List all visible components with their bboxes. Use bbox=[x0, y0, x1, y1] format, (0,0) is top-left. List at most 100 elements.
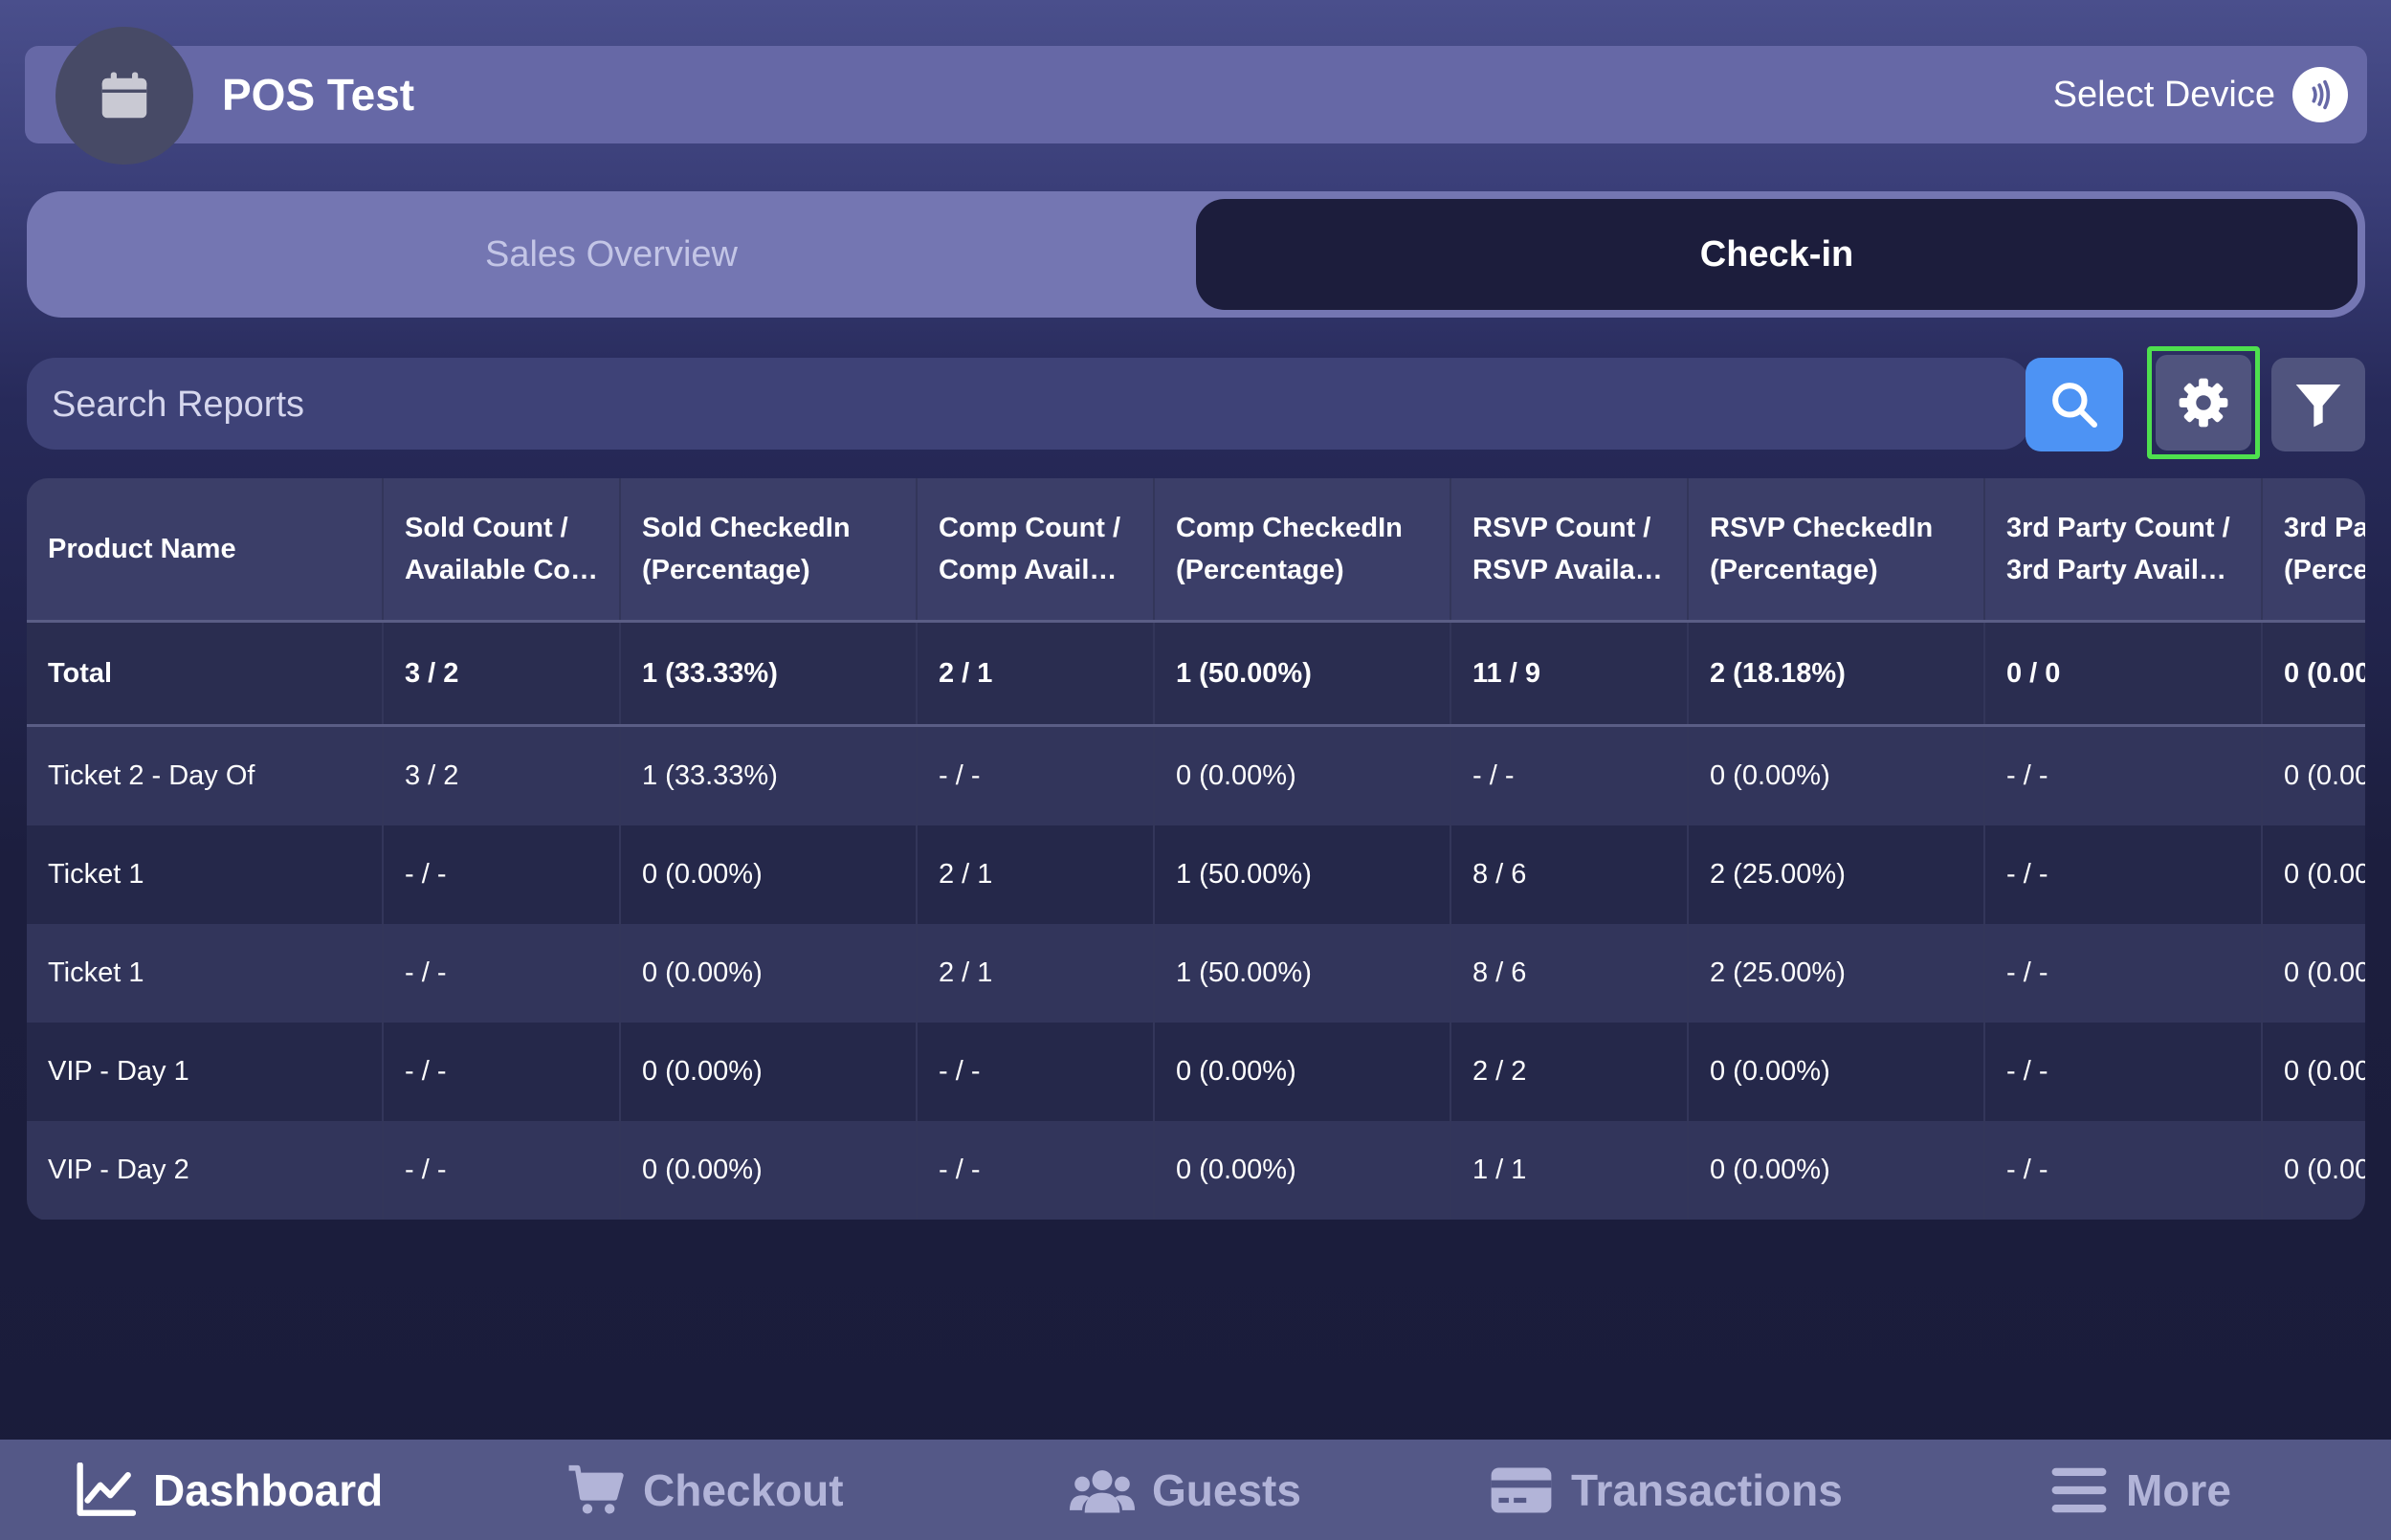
table-total-row: Total 3 / 2 1 (33.33%) 2 / 1 1 (50.00%) … bbox=[27, 621, 2365, 727]
event-avatar[interactable] bbox=[55, 27, 193, 165]
settings-button-face bbox=[2156, 355, 2251, 451]
nav-checkout-label: Checkout bbox=[643, 1464, 844, 1515]
col-3rd-party-checkedin[interactable]: 3rd Pa (Perce bbox=[2262, 478, 2365, 623]
table-cell: 0 (0.00%) bbox=[1688, 725, 1985, 825]
tab-sales-overview[interactable]: Sales Overview bbox=[27, 199, 1196, 310]
table-cell: 3 / 2 bbox=[383, 621, 621, 727]
table-cell: VIP - Day 2 bbox=[27, 1121, 384, 1220]
table-cell: Total bbox=[27, 621, 384, 727]
col-comp-checkedin[interactable]: Comp CheckedIn (Percentage) bbox=[1154, 478, 1451, 623]
table-cell: - / - bbox=[1984, 1023, 2263, 1121]
table-cell: 2 (25.00%) bbox=[1688, 825, 1985, 924]
table-cell: - / - bbox=[383, 924, 621, 1023]
search-bar bbox=[27, 358, 2030, 451]
col-rsvp-count[interactable]: RSVP Count / RSVP Available bbox=[1450, 478, 1689, 623]
table-cell: 1 / 1 bbox=[1450, 1121, 1689, 1220]
table-cell: - / - bbox=[1984, 725, 2263, 825]
table-row[interactable]: Ticket 1 - / - 0 (0.00%) 2 / 1 1 (50.00%… bbox=[27, 825, 2365, 924]
users-icon bbox=[1070, 1469, 1135, 1513]
table-cell: 0 / 0 bbox=[1984, 621, 2263, 727]
table-cell: 0 (0.00%) bbox=[1154, 1121, 1451, 1220]
table-cell: 1 (50.00%) bbox=[1154, 825, 1451, 924]
table-cell: 1 (50.00%) bbox=[1154, 924, 1451, 1023]
table-row[interactable]: Ticket 2 - Day Of 3 / 2 1 (33.33%) - / -… bbox=[27, 725, 2365, 825]
table-cell: 0 (0.00 bbox=[2262, 825, 2365, 924]
bottom-nav: Dashboard Checkout Guests Transactions M… bbox=[0, 1440, 2391, 1540]
table-cell: 0 (0.00%) bbox=[1154, 725, 1451, 825]
nav-checkout[interactable]: Checkout bbox=[566, 1440, 844, 1540]
col-3rd-party-count[interactable]: 3rd Party Count /3rd Party Availab... bbox=[1984, 478, 2263, 623]
nav-more[interactable]: More bbox=[2049, 1440, 2231, 1540]
col-rsvp-checkedin[interactable]: RSVP CheckedIn (Percentage) bbox=[1688, 478, 1985, 623]
table-cell: Ticket 2 - Day Of bbox=[27, 725, 384, 825]
col-sold-checkedin[interactable]: Sold CheckedIn (Percentage) bbox=[620, 478, 918, 623]
table-cell: 0 (0.00%) bbox=[620, 1023, 918, 1121]
nav-transactions-label: Transactions bbox=[1571, 1464, 1843, 1515]
nav-guests-label: Guests bbox=[1152, 1464, 1301, 1515]
table-cell: 2 (18.18%) bbox=[1688, 621, 1985, 727]
col-product-name[interactable]: Product Name bbox=[27, 478, 384, 623]
nav-transactions[interactable]: Transactions bbox=[1489, 1440, 1843, 1540]
table-cell: 0 (0.00 bbox=[2262, 621, 2365, 727]
table-cell: 1 (33.33%) bbox=[620, 725, 918, 825]
table-cell: 0 (0.00%) bbox=[1688, 1121, 1985, 1220]
table-cell: 2 / 1 bbox=[917, 825, 1155, 924]
table-cell: 0 (0.00 bbox=[2262, 1121, 2365, 1220]
event-title: POS Test bbox=[222, 70, 415, 120]
table-cell: 0 (0.00%) bbox=[620, 825, 918, 924]
table-cell: - / - bbox=[917, 1023, 1155, 1121]
credit-card-icon bbox=[1491, 1466, 1552, 1513]
table-cell: 2 (25.00%) bbox=[1688, 924, 1985, 1023]
nav-dashboard-label: Dashboard bbox=[153, 1464, 384, 1515]
table-cell: VIP - Day 1 bbox=[27, 1023, 384, 1121]
table-cell: 0 (0.00%) bbox=[620, 924, 918, 1023]
table-cell: - / - bbox=[1450, 725, 1689, 825]
table-cell: 2 / 1 bbox=[917, 621, 1155, 727]
table-cell: Ticket 1 bbox=[27, 924, 384, 1023]
settings-button[interactable] bbox=[2147, 346, 2260, 459]
col-comp-count[interactable]: Comp Count / Comp Available bbox=[917, 478, 1155, 623]
col-sold-count[interactable]: Sold Count / Available Count bbox=[383, 478, 621, 623]
cart-icon bbox=[568, 1464, 624, 1514]
report-table-container[interactable]: Product Name Sold Count / Available Count… bbox=[27, 478, 2365, 1221]
calendar-icon bbox=[101, 72, 147, 119]
select-device-button[interactable]: Select Device bbox=[2053, 46, 2348, 143]
table-cell: - / - bbox=[1984, 1121, 2263, 1220]
table-cell: 2 / 2 bbox=[1450, 1023, 1689, 1121]
chart-line-icon bbox=[77, 1462, 136, 1516]
report-table: Product Name Sold Count / Available Count… bbox=[27, 478, 2365, 1220]
tab-check-in[interactable]: Check-in bbox=[1196, 199, 2358, 310]
gear-icon bbox=[2179, 378, 2228, 428]
view-tabs: Sales Overview Check-in bbox=[27, 191, 2365, 318]
table-row[interactable]: VIP - Day 1 - / - 0 (0.00%) - / - 0 (0.0… bbox=[27, 1023, 2365, 1121]
search-icon bbox=[2052, 383, 2098, 429]
nav-dashboard[interactable]: Dashboard bbox=[75, 1440, 383, 1540]
filter-button[interactable] bbox=[2271, 358, 2365, 451]
table-cell: - / - bbox=[1984, 825, 2263, 924]
search-button[interactable] bbox=[2026, 358, 2123, 451]
nav-more-label: More bbox=[2126, 1464, 2231, 1515]
table-cell: 8 / 6 bbox=[1450, 924, 1689, 1023]
table-cell: 0 (0.00%) bbox=[1154, 1023, 1451, 1121]
search-input[interactable] bbox=[50, 358, 1948, 451]
table-cell: 1 (50.00%) bbox=[1154, 621, 1451, 727]
table-cell: 0 (0.00%) bbox=[620, 1121, 918, 1220]
table-cell: 0 (0.00 bbox=[2262, 924, 2365, 1023]
table-cell: 0 (0.00 bbox=[2262, 1023, 2365, 1121]
table-cell: 2 / 1 bbox=[917, 924, 1155, 1023]
table-cell: 0 (0.00%) bbox=[1688, 1023, 1985, 1121]
table-cell: 1 (33.33%) bbox=[620, 621, 918, 727]
table-cell: - / - bbox=[383, 825, 621, 924]
table-cell: 11 / 9 bbox=[1450, 621, 1689, 727]
contactless-icon bbox=[2292, 67, 2348, 122]
table-cell: 0 (0.00 bbox=[2262, 725, 2365, 825]
menu-icon bbox=[2051, 1467, 2107, 1512]
filter-icon bbox=[2295, 385, 2341, 428]
nav-guests[interactable]: Guests bbox=[1070, 1440, 1301, 1540]
table-row[interactable]: Ticket 1 - / - 0 (0.00%) 2 / 1 1 (50.00%… bbox=[27, 924, 2365, 1023]
table-cell: - / - bbox=[917, 1121, 1155, 1220]
table-header-row: Product Name Sold Count / Available Count… bbox=[27, 478, 2365, 623]
table-cell: - / - bbox=[917, 725, 1155, 825]
table-cell: 3 / 2 bbox=[383, 725, 621, 825]
table-row[interactable]: VIP - Day 2 - / - 0 (0.00%) - / - 0 (0.0… bbox=[27, 1121, 2365, 1220]
